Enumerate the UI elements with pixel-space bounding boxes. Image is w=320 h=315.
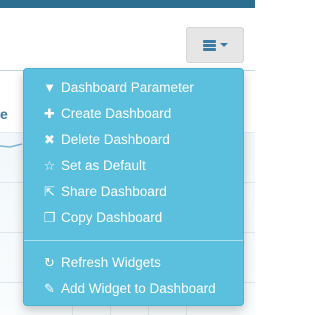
- refresh-icon: ↻: [44, 254, 55, 270]
- menu-item-copy-dashboard[interactable]: ❐ Copy Dashboard: [43, 206, 163, 228]
- menu-item-delete-dashboard[interactable]: ✖ Delete Dashboard: [43, 128, 170, 150]
- bars-icon: [202, 39, 216, 51]
- menu-item-label: Set as Default: [61, 157, 146, 173]
- menu-item-label: Refresh Widgets: [61, 254, 161, 270]
- menu-divider: [24, 240, 243, 241]
- top-nav-bar: [0, 0, 255, 8]
- star-icon: ☆: [43, 157, 56, 173]
- widget-title: e: [0, 106, 8, 122]
- menu-item-refresh-widgets[interactable]: ↻ Refresh Widgets: [43, 251, 161, 273]
- menu-item-dashboard-parameter[interactable]: ▼ Dashboard Parameter: [43, 76, 194, 98]
- edit-icon: ✎: [44, 280, 55, 296]
- menu-item-set-default[interactable]: ☆ Set as Default: [43, 154, 146, 176]
- menu-item-share-dashboard[interactable]: ⇱ Share Dashboard: [43, 180, 167, 202]
- copy-icon: ❐: [43, 209, 56, 225]
- menu-item-label: Delete Dashboard: [61, 131, 170, 147]
- menu-item-label: Add Widget to Dashboard: [61, 280, 216, 296]
- caret-down-icon: [219, 43, 228, 47]
- menu-item-label: Copy Dashboard: [61, 209, 163, 225]
- menu-item-add-widget[interactable]: ✎ Add Widget to Dashboard: [43, 277, 216, 299]
- dashboard-menu-button[interactable]: [186, 27, 244, 63]
- filter-icon: ▼: [43, 79, 56, 95]
- share-icon: ⇱: [44, 183, 55, 199]
- dashboard-dropdown-menu: ▼ Dashboard Parameter ✚ Create Dashboard…: [23, 68, 244, 306]
- plus-icon: ✚: [44, 105, 55, 121]
- menu-item-create-dashboard[interactable]: ✚ Create Dashboard: [43, 102, 171, 124]
- close-icon: ✖: [44, 131, 55, 147]
- menu-item-label: Share Dashboard: [61, 183, 167, 199]
- menu-item-label: Create Dashboard: [61, 105, 172, 121]
- menu-item-label: Dashboard Parameter: [61, 79, 194, 95]
